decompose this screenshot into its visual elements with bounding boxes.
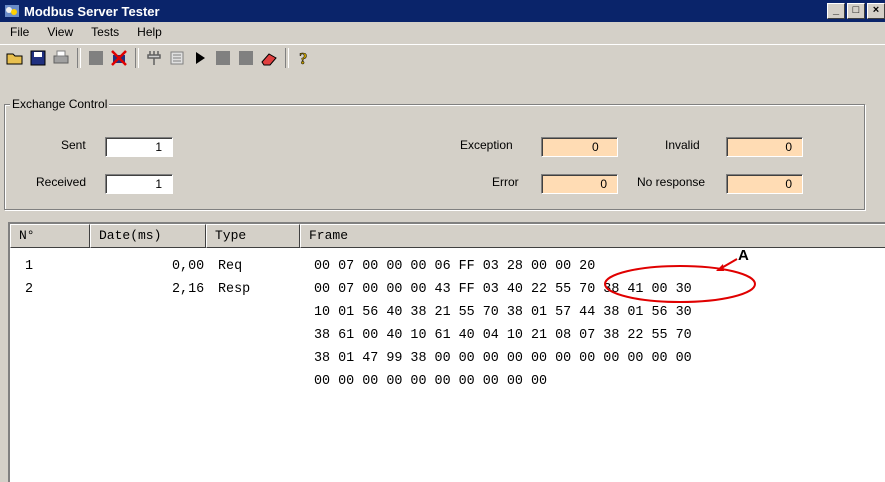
title-bar: Modbus Server Tester _ □ × [0, 0, 885, 22]
invalid-label: Invalid [665, 138, 700, 152]
maximize-button[interactable]: □ [847, 3, 865, 19]
square-icon[interactable] [212, 47, 234, 69]
menu-bar: File View Tests Help [0, 22, 885, 42]
sent-label: Sent [61, 138, 86, 152]
menu-help[interactable]: Help [133, 25, 166, 39]
toolbar-separator [285, 47, 289, 68]
play-icon[interactable] [189, 47, 211, 69]
row-2-frame-line-5: 00 00 00 00 00 00 00 00 00 00 [314, 374, 548, 389]
column-header-number[interactable]: N° [10, 224, 90, 248]
connect-plug-icon[interactable] [143, 47, 165, 69]
row-2-type: Resp [218, 282, 251, 297]
square-icon[interactable] [235, 47, 257, 69]
help-icon[interactable]: ? [293, 47, 315, 69]
list-icon[interactable] [166, 47, 188, 69]
exchange-control-title: Exchange Control [10, 97, 110, 111]
no-response-field[interactable]: 0 [726, 174, 803, 194]
exchange-control-group [4, 104, 865, 210]
row-1-number: 1 [25, 259, 34, 274]
toolbar-separator [135, 47, 139, 68]
menu-file[interactable]: File [6, 25, 33, 39]
toolbar-separator [77, 47, 81, 68]
row-2-frame-line-2: 10 01 56 40 38 21 55 70 38 01 57 44 38 0… [314, 305, 692, 320]
row-2-date: 2,16 [172, 282, 205, 297]
row-2-frame-line-3: 38 61 00 40 10 61 40 04 10 21 08 07 38 2… [314, 328, 692, 343]
window-title: Modbus Server Tester [24, 3, 160, 19]
app-window: Modbus Server Tester _ □ × File View Tes… [0, 0, 885, 482]
exception-field[interactable]: 0 [541, 137, 618, 157]
row-2-number: 2 [25, 282, 34, 297]
received-field[interactable]: 1 [105, 174, 173, 194]
row-1-date: 0,00 [172, 259, 205, 274]
eraser-icon[interactable] [258, 47, 280, 69]
menu-tests[interactable]: Tests [87, 25, 123, 39]
sent-field[interactable]: 1 [105, 137, 173, 157]
column-header-date[interactable]: Date(ms) [90, 224, 206, 248]
error-field[interactable]: 0 [541, 174, 618, 194]
open-folder-icon[interactable] [4, 47, 26, 69]
frame-list[interactable]: N° Date(ms) Type Frame 1 0,00 Req 00 07 … [8, 222, 885, 482]
minimize-button[interactable]: _ [827, 3, 845, 19]
menu-view[interactable]: View [43, 25, 77, 39]
row-2-frame-line-1: 00 07 00 00 00 43 FF 03 40 22 55 70 38 4… [314, 282, 692, 297]
annotation-label: A [738, 247, 749, 264]
exception-label: Exception [460, 138, 513, 152]
stop-square-icon[interactable] [85, 47, 107, 69]
column-header-type[interactable]: Type [206, 224, 300, 248]
received-label: Received [36, 175, 87, 189]
svg-text:?: ? [299, 49, 308, 67]
row-1-type: Req [218, 259, 243, 274]
column-header-frame[interactable]: Frame [300, 224, 885, 248]
error-label: Error [492, 175, 519, 189]
row-2-frame-line-4: 38 01 47 99 38 00 00 00 00 00 00 00 00 0… [314, 351, 692, 366]
print-icon[interactable] [50, 47, 72, 69]
row-1-frame: 00 07 00 00 00 06 FF 03 28 00 00 20 [314, 259, 596, 274]
close-button[interactable]: × [867, 3, 885, 19]
app-icon [5, 5, 19, 17]
disconnect-icon[interactable] [108, 47, 130, 69]
invalid-field[interactable]: 0 [726, 137, 803, 157]
no-response-label: No response [637, 175, 706, 189]
save-icon[interactable] [27, 47, 49, 69]
toolbar: ? [0, 44, 885, 70]
